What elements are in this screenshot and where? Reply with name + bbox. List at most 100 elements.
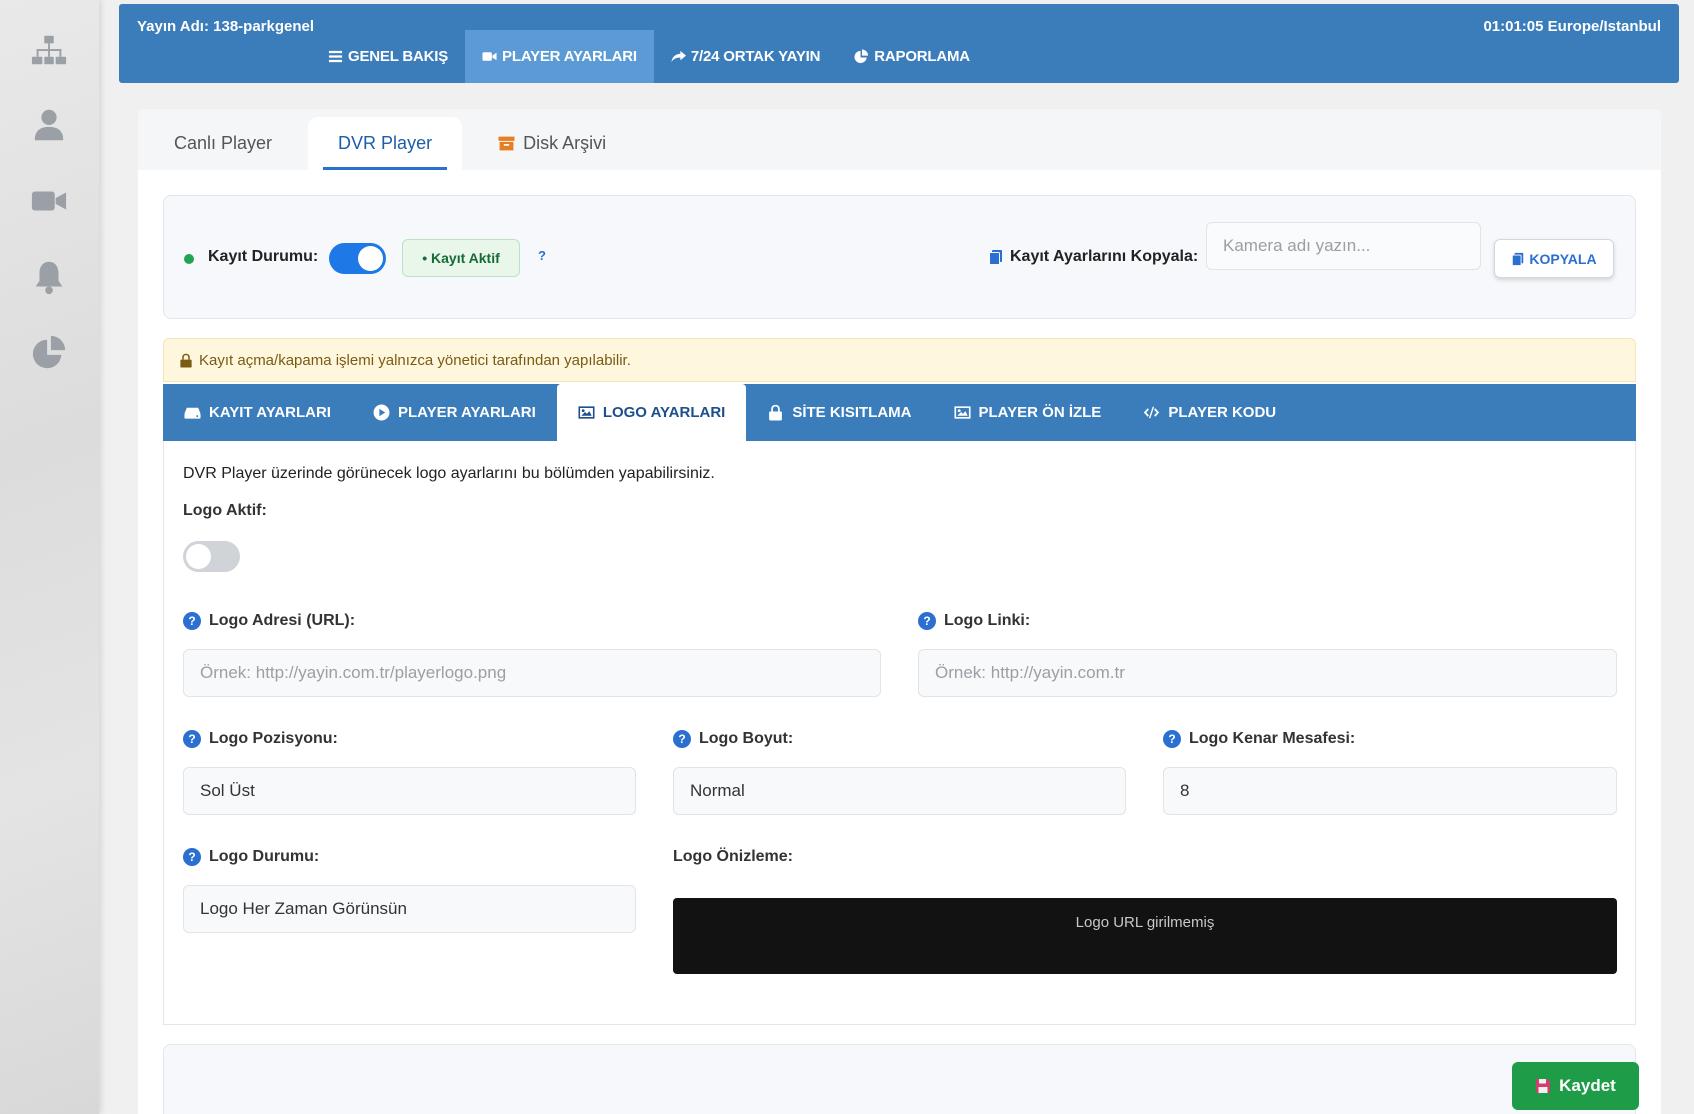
image-icon: [953, 406, 971, 419]
logo-status-label: ? Logo Durumu:: [183, 848, 319, 866]
logo-url-label: ? Logo Adresi (URL):: [183, 612, 355, 630]
tab-disk-arsivi[interactable]: Disk Arşivi: [462, 117, 642, 170]
label-text: Logo Pozisyonu:: [209, 730, 338, 747]
video-camera-icon: [482, 52, 497, 61]
tab-label: DVR Player: [338, 133, 433, 153]
status-badge: • Kayıt Aktif: [402, 239, 520, 277]
label-text: Logo Önizleme:: [673, 848, 793, 865]
logo-url-input[interactable]: [183, 649, 881, 697]
nav-label: PLAYER AYARLARI: [502, 48, 637, 65]
logo-position-select[interactable]: Sol Üst: [183, 767, 636, 815]
logo-preview: Logo URL girilmemiş: [673, 898, 1617, 974]
recording-status-label: Kayıt Durumu:: [208, 248, 319, 265]
archive-icon: [498, 136, 515, 151]
logo-link-input[interactable]: [918, 649, 1617, 697]
subtab-label: PLAYER KODU: [1168, 404, 1277, 421]
copy-icon: [1512, 252, 1524, 266]
recording-status-box: Kayıt Durumu: • Kayıt Aktif ? Kayıt Ayar…: [163, 195, 1636, 319]
main-panel: Canlı Player DVR Player Disk Arşivi Kayı…: [138, 109, 1661, 1114]
logo-preview-label: Logo Önizleme:: [673, 848, 793, 866]
save-button[interactable]: Kaydet: [1512, 1062, 1639, 1110]
label-text: Logo Durumu:: [209, 848, 320, 865]
toggle-knob: [358, 246, 383, 271]
stream-name: Yayın Adı: 138-parkgenel: [137, 18, 315, 35]
subtab-player-on-izle[interactable]: PLAYER ÖN İZLE: [933, 384, 1123, 441]
help-icon[interactable]: ?: [538, 248, 546, 263]
toggle-knob: [186, 544, 211, 569]
copy-button[interactable]: KOPYALA: [1494, 239, 1614, 278]
logo-size-label: ? Logo Boyut:: [673, 730, 793, 748]
nav-player-ayarlari[interactable]: PLAYER AYARLARI: [465, 30, 654, 83]
share-icon: [671, 50, 686, 63]
logo-size-select[interactable]: Normal: [673, 767, 1126, 815]
sitemap-icon[interactable]: [30, 32, 68, 70]
logo-link-label: ? Logo Linki:: [918, 612, 1030, 630]
save-button-label: Kaydet: [1559, 1076, 1616, 1095]
tab-canli-player[interactable]: Canlı Player: [138, 117, 308, 170]
copy-label-text: Kayıt Ayarlarını Kopyala:: [1010, 248, 1199, 265]
subtab-label: PLAYER AYARLARI: [397, 404, 536, 421]
settings-subtabs: KAYIT AYARLARI PLAYER AYARLARI LOGO AYAR…: [163, 384, 1636, 441]
logo-active-label: Logo Aktif:: [183, 502, 267, 520]
copy-button-label: KOPYALA: [1529, 250, 1597, 267]
help-icon[interactable]: ?: [183, 612, 201, 630]
logo-active-toggle[interactable]: [183, 541, 240, 572]
help-icon[interactable]: ?: [673, 730, 691, 748]
logo-margin-input[interactable]: 8: [1163, 767, 1617, 815]
sidebar: [0, 0, 99, 1114]
nav-label: 7/24 ORTAK YAYIN: [690, 48, 821, 65]
user-icon[interactable]: [30, 106, 68, 144]
recording-toggle[interactable]: [329, 243, 386, 274]
nav-label: GENEL BAKIŞ: [348, 48, 449, 65]
subtab-label: KAYIT AYARLARI: [209, 404, 331, 421]
nav-label: RAPORLAMA: [874, 48, 970, 65]
help-icon[interactable]: ?: [1163, 730, 1181, 748]
help-icon[interactable]: ?: [183, 730, 201, 748]
warning-text: Kayıt açma/kapama işlemi yalnızca yöneti…: [199, 351, 631, 369]
subtab-label: PLAYER ÖN İZLE: [978, 404, 1102, 421]
tab-label: Canlı Player: [174, 133, 273, 153]
nav-raporlama[interactable]: RAPORLAMA: [837, 30, 987, 83]
pie-chart-icon[interactable]: [30, 334, 68, 372]
preview-text: Logo URL girilmemiş: [1075, 914, 1215, 931]
logo-settings-content: DVR Player üzerinde görünecek logo ayarl…: [163, 441, 1636, 1025]
subtab-label: LOGO AYARLARI: [602, 404, 726, 421]
copy-icon: [989, 250, 1002, 265]
subtab-logo-ayarlari[interactable]: LOGO AYARLARI: [556, 384, 747, 441]
bell-icon[interactable]: [30, 258, 68, 296]
logo-description: DVR Player üzerinde görünecek logo ayarl…: [183, 465, 715, 482]
help-icon[interactable]: ?: [918, 612, 936, 630]
help-icon[interactable]: ?: [183, 848, 201, 866]
subtab-player-kodu[interactable]: PLAYER KODU: [1122, 384, 1297, 441]
list-icon: [328, 50, 343, 63]
floppy-disk-icon: [1536, 1079, 1551, 1093]
subtab-kayit-ayarlari[interactable]: KAYIT AYARLARI: [163, 384, 352, 441]
copy-settings-label: Kayıt Ayarlarını Kopyala:: [988, 248, 1198, 266]
video-camera-icon[interactable]: [30, 182, 68, 220]
nav-ortak-yayin[interactable]: 7/24 ORTAK YAYIN: [654, 30, 837, 83]
hdd-icon: [184, 407, 201, 419]
label-text: Logo Kenar Mesafesi:: [1189, 730, 1356, 747]
admin-warning: Kayıt açma/kapama işlemi yalnızca yöneti…: [163, 338, 1636, 382]
nav-genel-bakis[interactable]: GENEL BAKIŞ: [311, 30, 465, 83]
lock-icon: [769, 404, 783, 421]
subtab-player-ayarlari[interactable]: PLAYER AYARLARI: [352, 384, 557, 441]
code-icon: [1144, 406, 1160, 419]
logo-margin-label: ? Logo Kenar Mesafesi:: [1163, 730, 1355, 748]
label-text: Logo Adresi (URL):: [209, 612, 356, 629]
logo-position-label: ? Logo Pozisyonu:: [183, 730, 338, 748]
tab-dvr-player[interactable]: DVR Player: [308, 117, 463, 170]
camera-name-input[interactable]: [1206, 222, 1481, 270]
player-tabs: Canlı Player DVR Player Disk Arşivi: [138, 109, 1661, 170]
footer-actions: Kaydet: [163, 1044, 1639, 1114]
label-text: Logo Aktif:: [183, 502, 267, 519]
subtab-site-kisitlama[interactable]: SİTE KISITLAMA: [746, 384, 932, 441]
top-header: Yayın Adı: 138-parkgenel 01:01:05 Europe…: [119, 4, 1679, 83]
pie-chart-icon: [854, 49, 869, 64]
lock-icon: [180, 353, 192, 368]
label-text: Logo Linki:: [944, 612, 1031, 629]
status-dot: [184, 254, 194, 264]
tab-label: Disk Arşivi: [523, 133, 607, 153]
label-text: Logo Boyut:: [699, 730, 794, 747]
logo-status-select[interactable]: Logo Her Zaman Görünsün: [183, 885, 636, 933]
